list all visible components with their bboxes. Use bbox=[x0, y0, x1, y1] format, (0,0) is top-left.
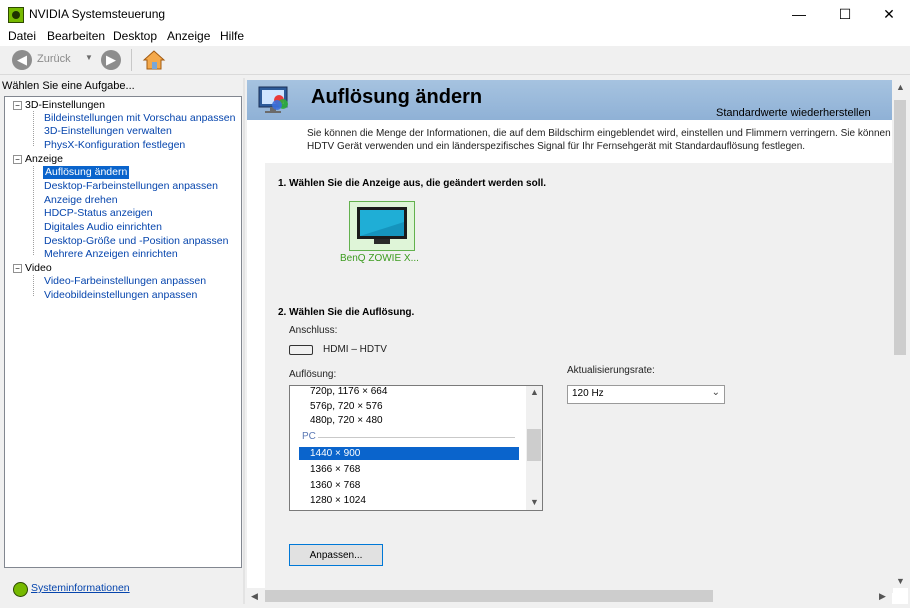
refresh-rate-label: Aktualisierungsrate: bbox=[567, 365, 655, 376]
tree-category-anzeige[interactable]: Anzeige bbox=[25, 153, 63, 166]
tree-item-mehrere-anzeigen[interactable]: Mehrere Anzeigen einrichten bbox=[44, 248, 178, 261]
system-info-icon[interactable] bbox=[13, 582, 28, 597]
minimize-button[interactable]: — bbox=[776, 0, 822, 28]
display-name-label[interactable]: BenQ ZOWIE X... bbox=[340, 253, 419, 264]
scroll-right-icon[interactable]: ▶ bbox=[879, 591, 886, 602]
resolution-group-pc: PC bbox=[302, 431, 316, 442]
tree-item-aufloesung[interactable]: Auflösung ändern bbox=[43, 166, 130, 179]
tree-item-physx[interactable]: PhysX-Konfiguration festlegen bbox=[44, 139, 185, 152]
connection-label: Anschluss: bbox=[289, 325, 338, 336]
scroll-thumb[interactable] bbox=[527, 429, 541, 461]
collapse-anzeige-icon[interactable]: − bbox=[13, 155, 22, 164]
resolution-option[interactable]: 1280 × 1024 bbox=[310, 494, 366, 507]
scroll-up-icon[interactable]: ▲ bbox=[896, 82, 905, 92]
tree-item-video-farbe[interactable]: Video-Farbeinstellungen anpassen bbox=[44, 275, 206, 288]
tree-category-video[interactable]: Video bbox=[25, 262, 52, 275]
scroll-down-icon[interactable]: ▼ bbox=[530, 497, 539, 507]
scroll-left-icon[interactable]: ◀ bbox=[251, 591, 258, 602]
home-icon[interactable] bbox=[142, 49, 166, 71]
connection-value: HDMI – HDTV bbox=[323, 344, 387, 355]
resolution-option-selected[interactable]: 1440 × 900 bbox=[299, 447, 519, 460]
section-select-display: 1. Wählen Sie die Anzeige aus, die geänd… bbox=[278, 178, 547, 189]
display-tile[interactable] bbox=[349, 201, 415, 251]
tree-item-desktop-farbe[interactable]: Desktop-Farbeinstellungen anpassen bbox=[44, 180, 218, 193]
tree-item-anzeige-drehen[interactable]: Anzeige drehen bbox=[44, 194, 118, 207]
collapse-3d-icon[interactable]: − bbox=[13, 101, 22, 110]
menu-bearbeiten[interactable]: Bearbeiten bbox=[47, 29, 105, 43]
resolution-list-scrollbar[interactable]: ▲ ▼ bbox=[526, 386, 542, 510]
resolution-option[interactable]: 576p, 720 × 576 bbox=[310, 400, 383, 413]
nvidia-logo-icon bbox=[8, 7, 24, 23]
resolution-option[interactable]: 720p, 1176 × 664 bbox=[310, 386, 387, 398]
scroll-up-icon[interactable]: ▲ bbox=[530, 387, 539, 397]
back-arrow-icon[interactable]: ◀ bbox=[12, 50, 32, 70]
section-select-resolution: 2. Wählen Sie die Auflösung. bbox=[278, 307, 415, 318]
task-pane-header: Wählen Sie eine Aufgabe... bbox=[2, 80, 135, 92]
resolution-option[interactable]: 1366 × 768 bbox=[310, 463, 360, 476]
monitor-icon bbox=[357, 207, 407, 244]
maximize-button[interactable]: ☐ bbox=[822, 0, 868, 28]
page-banner: Auflösung ändern Standardwerte wiederher… bbox=[247, 80, 892, 120]
display-settings-icon bbox=[257, 84, 293, 116]
back-button-label[interactable]: Zurück bbox=[37, 53, 71, 65]
tree-connector bbox=[33, 166, 34, 255]
close-button[interactable]: ✕ bbox=[866, 0, 910, 28]
collapse-video-icon[interactable]: − bbox=[13, 264, 22, 273]
menu-desktop[interactable]: Desktop bbox=[113, 29, 157, 43]
title-bar: NVIDIA Systemsteuerung — ☐ ✕ bbox=[0, 0, 910, 28]
menu-bar: Datei Bearbeiten Desktop Anzeige Hilfe bbox=[0, 28, 910, 46]
group-divider bbox=[318, 437, 515, 438]
tree-item-videobild[interactable]: Videobildeinstellungen anpassen bbox=[44, 289, 197, 302]
tree-item-3d-verwalten[interactable]: 3D-Einstellungen verwalten bbox=[44, 125, 172, 138]
resolution-option[interactable]: 1360 × 768 bbox=[310, 479, 360, 492]
scroll-thumb[interactable] bbox=[894, 100, 906, 355]
vertical-scrollbar[interactable]: ▲ ▼ bbox=[892, 80, 908, 588]
chevron-down-icon: ⌄ bbox=[711, 387, 720, 398]
task-tree: − − − 3D-Einstellungen Bildeinstellungen… bbox=[4, 96, 242, 568]
window-title: NVIDIA Systemsteuerung bbox=[29, 7, 166, 21]
scroll-thumb[interactable] bbox=[265, 590, 713, 602]
horizontal-scrollbar[interactable]: ◀ ▶ bbox=[247, 588, 892, 604]
resolution-list[interactable]: 720p, 1176 × 664 576p, 720 × 576 480p, 7… bbox=[289, 385, 543, 511]
tree-item-bildeinstellungen[interactable]: Bildeinstellungen mit Vorschau anpassen bbox=[44, 112, 235, 125]
menu-anzeige[interactable]: Anzeige bbox=[167, 29, 210, 43]
back-dropdown-icon[interactable]: ▼ bbox=[85, 53, 93, 62]
toolbar: ◀ Zurück ▼ ▶ bbox=[0, 46, 910, 75]
refresh-rate-value: 120 Hz bbox=[572, 388, 604, 399]
forward-arrow-icon[interactable]: ▶ bbox=[101, 50, 121, 70]
restore-defaults-link[interactable]: Standardwerte wiederherstellen bbox=[716, 107, 871, 119]
customize-button[interactable]: Anpassen... bbox=[289, 544, 383, 566]
intro-text: Sie können die Menge der Informationen, … bbox=[307, 128, 891, 152]
toolbar-divider bbox=[131, 49, 132, 71]
main-panel: Auflösung ändern Standardwerte wiederher… bbox=[247, 80, 908, 604]
page-title: Auflösung ändern bbox=[311, 86, 483, 108]
content-area: 1. Wählen Sie die Anzeige aus, die geänd… bbox=[265, 163, 893, 593]
tree-item-hdcp[interactable]: HDCP-Status anzeigen bbox=[44, 207, 153, 220]
tree-item-audio[interactable]: Digitales Audio einrichten bbox=[44, 221, 162, 234]
pane-splitter[interactable] bbox=[243, 78, 245, 604]
system-info-link[interactable]: Systeminformationen bbox=[31, 582, 130, 594]
tree-item-desktop-groesse[interactable]: Desktop-Größe und -Position anpassen bbox=[44, 235, 228, 248]
tree-category-3d[interactable]: 3D-Einstellungen bbox=[25, 99, 105, 112]
resolution-label: Auflösung: bbox=[289, 369, 337, 380]
hdmi-icon bbox=[289, 345, 313, 355]
tree-connector bbox=[33, 111, 34, 146]
tree-connector bbox=[33, 275, 34, 296]
refresh-rate-select[interactable]: 120 Hz ⌄ bbox=[567, 385, 725, 404]
scroll-down-icon[interactable]: ▼ bbox=[896, 576, 905, 586]
resolution-option[interactable]: 480p, 720 × 480 bbox=[310, 414, 383, 427]
menu-hilfe[interactable]: Hilfe bbox=[220, 29, 244, 43]
menu-datei[interactable]: Datei bbox=[8, 29, 36, 43]
